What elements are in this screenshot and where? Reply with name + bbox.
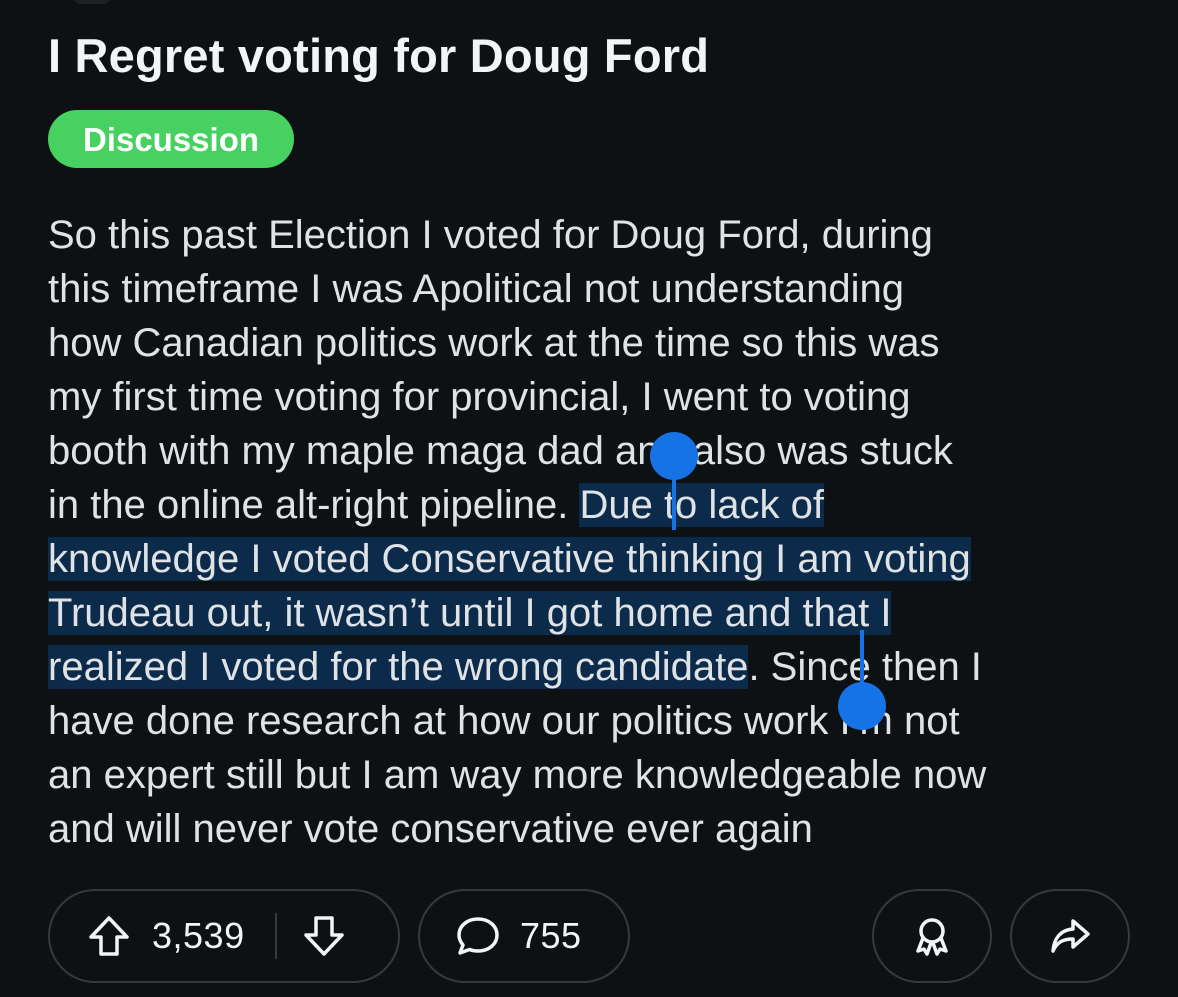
award-button[interactable] [872,889,992,983]
downvote-arrow-icon[interactable] [301,913,347,959]
vote-pill: 3,539 [48,889,400,983]
body-line: So this past Election I voted for Doug F… [48,213,933,257]
comment-count: 755 [520,915,582,956]
body-line: in the online alt-right pipeline. Due to… [48,483,825,527]
body-line: my first time voting for provincial, I w… [48,375,911,419]
body-line: an expert still but I am way more knowle… [48,753,987,797]
body-line: realized I voted for the wrong candidate… [48,645,982,689]
body-line: and will never vote conservative ever ag… [48,807,813,851]
selected-text[interactable]: Due to lack of [579,483,825,527]
body-line: Trudeau out, it wasn’t until I got home … [48,586,1148,640]
post-body[interactable]: So this past Election I voted for Doug F… [48,208,1148,856]
body-line: booth with my maple maga dad and also wa… [48,429,953,473]
share-arrow-icon [1047,913,1093,959]
flair-badge[interactable]: Discussion [48,110,294,168]
vote-divider [274,913,277,959]
body-line: knowledge I voted Conservative thinking … [48,532,1148,586]
upvote-count: 3,539 [152,915,245,956]
post-title: I Regret voting for Doug Ford [48,29,710,82]
selected-text[interactable]: Trudeau out, it wasn’t until I got home … [48,591,892,635]
body-line: have done research at how our politics w… [48,699,960,743]
previous-element-edge [72,0,112,4]
body-line: this timeframe I was Apolitical not unde… [48,267,904,311]
comment-bubble-icon [454,913,502,959]
upvote-arrow-icon[interactable] [86,913,132,959]
selection-end-handle[interactable] [838,630,886,732]
selection-start-handle[interactable] [650,432,698,532]
body-line: how Canadian politics work at the time s… [48,321,940,365]
post-actions-bar: 3,539 755 [0,889,1178,985]
comments-button[interactable]: 755 [418,889,630,983]
award-icon [909,913,955,959]
selected-text[interactable]: knowledge I voted Conservative thinking … [48,537,971,581]
share-button[interactable] [1010,889,1130,983]
selected-text[interactable]: realized I voted for the wrong candidate [48,645,749,689]
